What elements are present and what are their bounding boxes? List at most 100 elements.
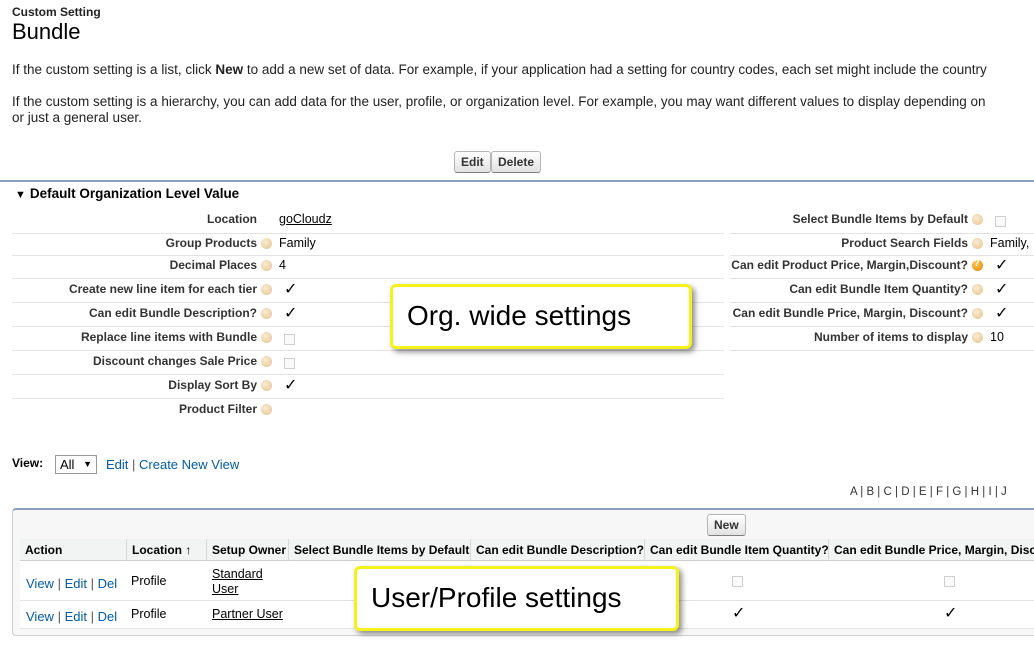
help-icon[interactable] xyxy=(261,356,272,367)
help-icon[interactable] xyxy=(972,332,983,343)
intro-paragraph-hierarchy: If the custom setting is a hierarchy, yo… xyxy=(12,94,986,109)
row-divider xyxy=(12,350,724,351)
unchecked-box xyxy=(732,576,743,587)
intro-paragraph-list: If the custom setting is a list, click N… xyxy=(12,62,987,77)
field-label-location: Location xyxy=(207,212,257,226)
checkmark-icon: ✓ xyxy=(944,605,958,622)
new-button[interactable]: New xyxy=(707,514,746,536)
page-type-label: Custom Setting xyxy=(12,5,101,19)
unchecked-box xyxy=(284,334,295,345)
row-divider xyxy=(12,374,724,375)
alpha-letter-h[interactable]: H xyxy=(971,486,979,498)
field-value-group-products: Family xyxy=(279,236,316,250)
alpha-letter-g[interactable]: G xyxy=(952,486,961,498)
help-icon[interactable] xyxy=(261,404,272,415)
row-divider xyxy=(730,302,1034,303)
cell-location: Profile xyxy=(131,607,167,621)
intro-text: If the custom setting is a list, click xyxy=(12,62,216,77)
help-icon[interactable] xyxy=(261,380,272,391)
row-divider xyxy=(730,233,1034,234)
section-divider xyxy=(0,180,1034,182)
checkmark-icon: ✓ xyxy=(995,281,1009,298)
section-header-org-default[interactable]: ▼ Default Organization Level Value xyxy=(15,186,239,201)
field-label-select-bundle-items-default: Select Bundle Items by Default xyxy=(792,212,968,226)
field-value-location[interactable]: goCloudz xyxy=(279,212,332,226)
field-label-product-filter: Product Filter xyxy=(178,402,257,416)
row-divider xyxy=(12,398,724,399)
help-icon[interactable] xyxy=(972,284,983,295)
alpha-filter: A | B | C | D | E | F | G | H | I | J xyxy=(850,486,1007,498)
alpha-letter-i[interactable]: I xyxy=(988,486,991,498)
checkmark-icon: ✓ xyxy=(995,257,1009,274)
help-icon[interactable] xyxy=(972,238,983,249)
edit-view-link[interactable]: Edit xyxy=(106,457,128,472)
row-divider xyxy=(12,278,724,279)
delete-button[interactable]: Delete xyxy=(491,151,542,173)
callout-user-profile-settings: User/Profile settings xyxy=(354,566,679,631)
alpha-letter-a[interactable]: A xyxy=(850,486,857,498)
help-icon[interactable] xyxy=(261,238,272,249)
column-header-edit-item-quantity[interactable]: Can edit Bundle Item Quantity? xyxy=(645,539,829,561)
page-title: Bundle xyxy=(12,19,81,44)
help-icon[interactable] xyxy=(261,284,272,295)
alpha-letter-d[interactable]: D xyxy=(901,486,909,498)
del-link[interactable]: Del xyxy=(98,609,118,624)
row-divider xyxy=(730,326,1034,327)
view-select-value: All xyxy=(60,457,75,472)
intro-paragraph-hierarchy-cont: or just a general user. xyxy=(12,110,142,125)
edit-link[interactable]: Edit xyxy=(65,609,87,624)
help-icon[interactable] xyxy=(972,214,983,225)
help-icon-active[interactable] xyxy=(972,258,983,271)
row-divider xyxy=(12,255,724,256)
field-value-product-search-fields: Family, xyxy=(990,236,1030,250)
alpha-letter-j[interactable]: J xyxy=(1001,486,1007,498)
field-label-edit-product-price: Can edit Product Price, Margin,Discount? xyxy=(731,258,968,272)
field-label-number-of-items: Number of items to display xyxy=(813,330,968,344)
cell-owner-link[interactable]: Standard xyxy=(212,567,263,581)
row-actions: View | Edit | Del xyxy=(26,576,118,591)
view-links: Edit | Create New View xyxy=(106,457,240,472)
help-icon[interactable] xyxy=(261,332,272,343)
alpha-letter-f[interactable]: F xyxy=(936,486,943,498)
alpha-letter-e[interactable]: E xyxy=(919,486,927,498)
row-divider xyxy=(730,278,1034,279)
checkmark-icon: ✓ xyxy=(284,377,298,394)
column-header-setup-owner[interactable]: Setup Owner xyxy=(207,539,289,561)
edit-link[interactable]: Edit xyxy=(65,576,87,591)
unchecked-box xyxy=(284,358,295,369)
field-label-edit-bundle-price: Can edit Bundle Price, Margin, Discount? xyxy=(732,306,968,320)
checkmark-icon: ✓ xyxy=(284,305,298,322)
checkmark-icon: ✓ xyxy=(995,305,1009,322)
row-divider xyxy=(730,255,1034,256)
row-divider xyxy=(730,350,1034,351)
column-header-edit-bundle-price[interactable]: Can edit Bundle Price, Margin, Discount? xyxy=(829,539,1034,561)
field-label-edit-bundle-item-quantity: Can edit Bundle Item Quantity? xyxy=(789,282,968,296)
section-title: Default Organization Level Value xyxy=(29,186,240,201)
unchecked-box xyxy=(944,576,955,587)
view-select[interactable]: All ▼ xyxy=(55,455,97,474)
field-label-edit-bundle-description: Can edit Bundle Description? xyxy=(88,306,257,320)
checkmark-icon: ✓ xyxy=(284,281,298,298)
edit-button[interactable]: Edit xyxy=(454,151,491,173)
field-label-replace-line-items: Replace line items with Bundle xyxy=(80,330,257,344)
view-link[interactable]: View xyxy=(26,576,54,591)
view-link[interactable]: View xyxy=(26,609,54,624)
create-new-view-link[interactable]: Create New View xyxy=(139,457,239,472)
alpha-letter-b[interactable]: B xyxy=(866,486,874,498)
field-label-decimal-places: Decimal Places xyxy=(169,258,257,272)
intro-text: to add a new set of data. For example, i… xyxy=(243,62,987,77)
collapse-triangle-icon[interactable]: ▼ xyxy=(15,189,26,201)
column-header-edit-bundle-description[interactable]: Can edit Bundle Description? xyxy=(471,539,645,561)
help-icon[interactable] xyxy=(261,260,272,271)
cell-owner-link[interactable]: User xyxy=(212,582,238,596)
column-header-select-bundle-items[interactable]: Select Bundle Items by Default xyxy=(289,539,471,561)
del-link[interactable]: Del xyxy=(98,576,118,591)
alpha-letter-c[interactable]: C xyxy=(884,486,892,498)
column-header-location[interactable]: Location ↑ xyxy=(127,539,207,561)
unchecked-box xyxy=(995,216,1006,227)
help-icon[interactable] xyxy=(261,308,272,319)
dropdown-arrow-icon: ▼ xyxy=(83,459,92,469)
cell-owner-link[interactable]: Partner User xyxy=(212,607,283,621)
field-label-display-sort-by: Display Sort By xyxy=(168,378,257,392)
help-icon[interactable] xyxy=(972,308,983,319)
